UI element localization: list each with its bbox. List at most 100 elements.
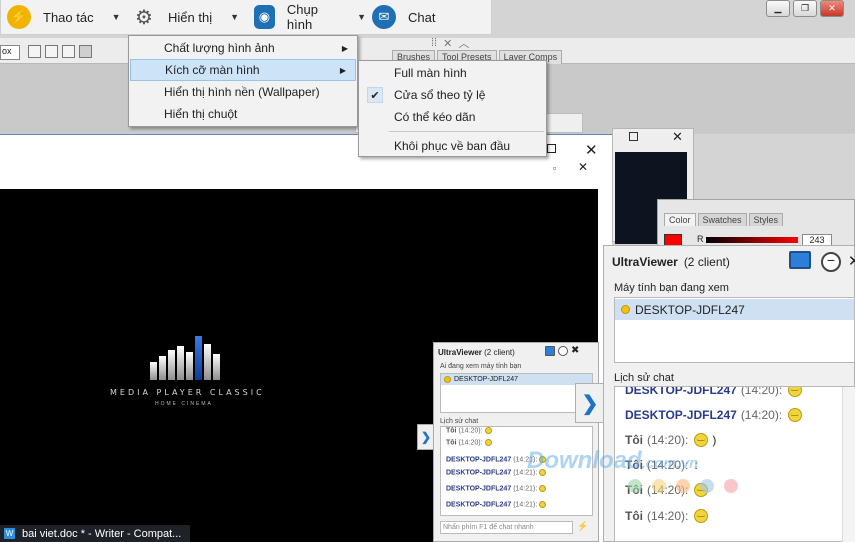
thao-tac-label: Thao tác — [43, 9, 94, 25]
chup-hinh-label: Chụp hình — [286, 2, 318, 32]
chat-message: DESKTOP-JDFL247 (14:21): — [446, 485, 547, 492]
submenu-item-label: Khôi phục về ban đầu — [394, 139, 511, 153]
watermark-dot — [700, 479, 714, 493]
chat-label: Chat — [408, 9, 436, 25]
chat-time: (14:20): — [740, 386, 783, 397]
smiley-icon — [694, 431, 709, 447]
chat-sender: DESKTOP-JDFL247 — [625, 386, 737, 397]
chat-time: (14:21): — [513, 501, 538, 509]
submenu-item-ty-le[interactable]: ✔ Cửa sổ theo tỷ lệ — [359, 84, 546, 106]
restore-icon[interactable] — [547, 144, 556, 153]
chat-time: (14:20): — [740, 408, 783, 422]
minimize-icon[interactable] — [558, 346, 568, 356]
tab-styles[interactable]: Styles — [748, 213, 784, 226]
taskbar-writer-item[interactable]: W bai viet.doc * - Writer - Compat... — [0, 525, 190, 542]
menu-item-kich-co[interactable]: Kích cỡ màn hình ▶ — [130, 59, 356, 81]
submenu-item-full[interactable]: Full màn hình — [359, 62, 546, 84]
chat-sender: DESKTOP-JDFL247 — [446, 456, 512, 464]
toolbar-grip[interactable]: ⁞⁞ ✕ ︿ — [431, 35, 483, 51]
collapse-icon[interactable]: ︿ — [458, 35, 469, 51]
lightning-send-icon[interactable]: ⚡ — [577, 521, 588, 532]
smiley-icon — [788, 387, 803, 397]
kich-co-submenu: Full màn hình ✔ Cửa sổ theo tỷ lệ Có thể… — [358, 60, 547, 157]
close-button[interactable]: ✕ — [820, 0, 844, 17]
grip-icon[interactable]: ⁞⁞ — [431, 37, 437, 49]
monitor-icon[interactable] — [789, 251, 811, 269]
remote-panel-title: UltraViewer (2 client) — [438, 348, 515, 357]
remote-panel-controls: ✖ — [545, 346, 579, 356]
client-count: (2 client) — [683, 255, 730, 269]
photoshop-option-box[interactable]: ox — [0, 45, 20, 60]
close-icon[interactable]: ✖ — [571, 346, 579, 356]
chat-icon: ✉ — [372, 5, 396, 29]
chat-time: (14:20): — [458, 439, 483, 447]
watermark-dots — [628, 479, 738, 493]
close-icon[interactable]: ✕ — [578, 160, 588, 174]
restore-button[interactable]: ❐ — [793, 0, 817, 17]
watermark-dot — [724, 479, 738, 493]
client-row[interactable]: DESKTOP-JDFL247 — [615, 299, 854, 320]
minimize-button[interactable]: ▁ — [766, 0, 790, 17]
media-player-logo-icon — [150, 336, 224, 380]
minimize-icon[interactable]: ▫ — [553, 163, 556, 173]
menu-item-chat-luong[interactable]: Chất lượng hình ảnh ▶ — [129, 37, 357, 59]
camera-icon: ◉ — [254, 5, 275, 29]
selection-mode-icon[interactable] — [28, 45, 41, 58]
ultraviewer-toolbar: ⚡ Thao tác ▼ ⚙ Hiển thị ▼ ◉ Chụp hình ▼ … — [0, 0, 492, 35]
menu-item-chuot[interactable]: Hiển thị chuột — [129, 103, 357, 125]
chup-hinh-menu-button[interactable]: ◉ Chụp hình ▼ — [248, 0, 366, 35]
remote-chat-input[interactable]: Nhấn phím F1 để chat nhanh — [440, 521, 573, 534]
lightning-icon: ⚡ — [7, 5, 31, 29]
chat-expand-button[interactable]: ❯ — [417, 424, 434, 450]
panel-title-text: UltraViewer — [612, 255, 678, 269]
chat-collapse-button[interactable]: ❯ — [575, 383, 604, 423]
minimize-icon[interactable]: − — [821, 252, 841, 272]
menu-item-wallpaper[interactable]: Hiển thị hình nền (Wallpaper) — [129, 81, 357, 103]
red-channel-label: R — [697, 234, 704, 244]
menu-item-label: Hiển thị hình nền (Wallpaper) — [164, 85, 320, 99]
chat-sender: Tôi — [625, 433, 643, 447]
chat-button[interactable]: ✉ Chat — [366, 0, 486, 35]
chat-time: (14:20): — [647, 433, 689, 447]
red-channel-slider[interactable] — [706, 237, 798, 243]
expand-icon[interactable]: ✕ — [443, 37, 452, 50]
menu-item-label: Chất lượng hình ảnh — [164, 41, 275, 55]
restore-icon[interactable] — [629, 132, 638, 141]
caret-down-icon: ▼ — [357, 12, 366, 22]
tab-swatches[interactable]: Swatches — [697, 213, 747, 226]
submenu-item-khoi-phuc[interactable]: Khôi phục về ban đầu — [359, 135, 546, 157]
watermark-text: Download — [527, 447, 642, 474]
history-label: Lịch sử chat — [614, 372, 674, 384]
chat-sender: Tôi — [625, 509, 643, 523]
menu-separator — [389, 131, 544, 132]
remote-client-row[interactable]: DESKTOP-JDFL247 — [441, 374, 592, 385]
submenu-item-keo-dan[interactable]: Có thể kéo dãn — [359, 106, 546, 128]
remote-client-name: DESKTOP-JDFL247 — [454, 376, 519, 383]
chat-sender: Tôi — [446, 439, 457, 447]
menu-item-label: Kích cỡ màn hình — [165, 63, 260, 77]
thao-tac-menu-button[interactable]: ⚡ Thao tác ▼ — [1, 0, 126, 35]
remote-panel-clients: (2 client) — [484, 348, 515, 357]
smiley-icon — [484, 439, 492, 446]
monitor-icon[interactable] — [545, 346, 555, 356]
viewing-label: Máy tính bạn đang xem — [614, 282, 729, 294]
hien-thi-menu-button[interactable]: ⚙ Hiển thị ▼ — [126, 0, 248, 35]
close-icon[interactable]: ✕ — [672, 129, 683, 145]
writer-icon: W — [4, 528, 15, 539]
remote-history-label: Lịch sử chat — [440, 418, 479, 425]
selection-mode-icon[interactable] — [45, 45, 58, 58]
chat-message: DESKTOP-JDFL247 (14:20): — [625, 386, 803, 397]
selection-mode-icon[interactable] — [79, 45, 92, 58]
tab-color[interactable]: Color — [664, 213, 696, 226]
selection-mode-icon[interactable] — [62, 45, 75, 58]
chat-sender: Tôi — [446, 427, 457, 435]
taskbar-item-label: bai viet.doc * - Writer - Compat... — [22, 527, 182, 540]
chat-scrollbar[interactable] — [842, 387, 855, 542]
submenu-item-label: Cửa sổ theo tỷ lệ — [394, 88, 486, 102]
submenu-item-label: Có thể kéo dãn — [394, 110, 476, 124]
chat-time: (14:20): — [647, 509, 689, 523]
close-icon[interactable]: ✕ — [585, 141, 598, 159]
submenu-arrow-icon: ▶ — [339, 65, 346, 75]
panel-title: UltraViewer (2 client) — [612, 255, 730, 269]
close-icon[interactable]: ✕ — [848, 252, 855, 270]
